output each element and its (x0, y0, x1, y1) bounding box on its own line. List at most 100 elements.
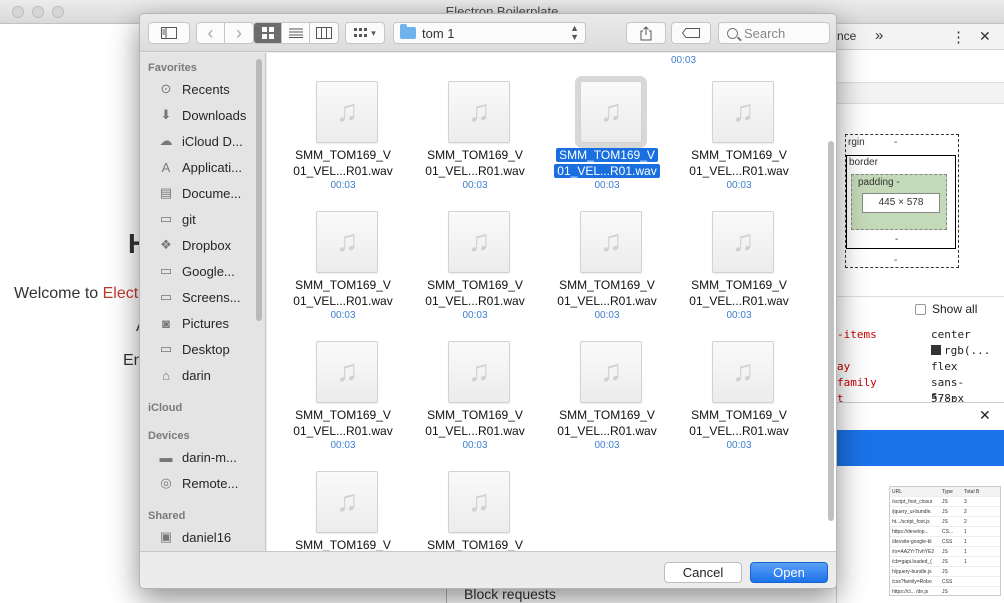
css-prop-value: center (931, 328, 971, 341)
location-popup[interactable]: tom 1 ▲ ▼ (393, 22, 586, 44)
music-note-icon: ♫ (599, 95, 623, 128)
sidebar-item[interactable]: ▭ Google... (158, 261, 262, 281)
file-item[interactable]: ♫ SMM_TOM169_V (279, 461, 407, 551)
devtools-menu-icon[interactable]: ⋮ (951, 28, 966, 46)
arrange-button[interactable]: ▾ (345, 22, 385, 44)
box-padding-label: padding - (858, 177, 900, 188)
network-row[interactable]: ht.../script_foot.js JS 2 (890, 517, 1000, 527)
sidebar-item[interactable]: ▣ daniel16 (158, 527, 262, 547)
sidebar-item[interactable]: ❖ Dropbox (158, 235, 262, 255)
music-note-icon: ♫ (599, 225, 623, 258)
sidebar-item[interactable]: ☁ iCloud D... (158, 131, 262, 151)
css-prop-2: ay flex (837, 360, 958, 373)
file-item[interactable]: ♫ SMM_TOM169_V 01_VEL...R01.wav 00:03 (675, 331, 803, 459)
file-name: SMM_TOM169_V 01_VEL...R01.wav (279, 147, 407, 179)
col-url: URL (892, 489, 903, 495)
share-button[interactable] (626, 22, 666, 44)
sidebar-item[interactable]: ▭ Desktop (158, 339, 262, 359)
sidebar-item[interactable]: ⊙ Recents (158, 79, 262, 99)
file-name-line2: 01_VEL...R01.wav (554, 164, 660, 178)
color-swatch[interactable] (931, 345, 941, 355)
sidebar-item[interactable]: A Applicati... (158, 157, 262, 177)
file-name: SMM_TOM169_V 01_VEL...R01.wav (543, 407, 671, 439)
search-input[interactable]: Search (718, 22, 830, 44)
network-row[interactable]: /jquery_ui-bundle. JS 2 (890, 507, 1000, 517)
sidebar-item-label: darin (182, 367, 211, 383)
box-border: border padding - 445 × 578 - (846, 155, 956, 249)
file-name: SMM_TOM169_V 01_VEL...R01.wav (675, 277, 803, 309)
network-row[interactable]: /cb=gapi.loaded_(JS 1 (890, 557, 1000, 567)
sidebar-item-label: Recents (182, 81, 230, 97)
file-item[interactable]: ♫ SMM_TOM169_V 01_VEL...R01.wav 00:03 (543, 71, 671, 199)
network-row[interactable]: /script_foot_closur JS 3 (890, 497, 1000, 507)
sidebar-item[interactable]: ⌂ darin (158, 365, 262, 385)
file-item[interactable]: ♫ SMM_TOM169_V 01_VEL...R01.wav 00:03 (543, 201, 671, 329)
devtools-toolbar: nce » ⋮ ✕ (837, 24, 1004, 50)
file-name-line1: SMM_TOM169_V (295, 408, 391, 422)
grid-scrollbar[interactable] (828, 141, 834, 521)
file-name: SMM_TOM169_V (279, 537, 407, 551)
chevron-right-icon: › (236, 22, 242, 43)
audio-file-icon: ♫ (316, 211, 378, 273)
network-size: 2 (964, 509, 967, 515)
file-item[interactable]: ♫ SMM_TOM169_V 01_VEL...R01.wav 00:03 (279, 331, 407, 459)
sidebar-item-label: Applicati... (182, 159, 242, 175)
drawer-close-icon[interactable]: ✕ (979, 407, 991, 424)
camera-icon: ◙ (162, 315, 170, 331)
back-button[interactable]: ‹ (197, 23, 225, 43)
network-row[interactable]: https://develop... CS... 1 (890, 527, 1000, 537)
more-tabs-icon[interactable]: » (875, 27, 883, 44)
sidebar-scrollbar[interactable] (256, 59, 262, 321)
drawer-header: ✕ (837, 402, 1004, 430)
network-size: 3 (964, 499, 967, 505)
file-item[interactable]: ♫ SMM_TOM169_V 01_VEL...R01.wav 00:03 (279, 201, 407, 329)
show-all-toggle[interactable]: Show all (915, 302, 977, 316)
file-name-line2: 01_VEL...R01.wav (293, 424, 393, 438)
sidebar-item[interactable]: ◙ Pictures (158, 313, 262, 333)
devtools-close-icon[interactable]: ✕ (979, 28, 991, 45)
sidebar-item[interactable]: ▭ Screens... (158, 287, 262, 307)
network-row[interactable]: https://cl... /dn.js JS (890, 587, 1000, 595)
network-row[interactable]: /rs=AA2YrTIvhYE2 JS 1 (890, 547, 1000, 557)
file-name-line1: SMM_TOM169_V (295, 538, 391, 551)
open-button[interactable]: Open (750, 562, 828, 583)
sidebar-item[interactable]: ⬇ Downloads (158, 105, 262, 125)
current-folder-name: tom 1 (422, 25, 455, 41)
network-url: /rs=AA2YrTIvhYE2 (892, 549, 935, 555)
network-row[interactable]: /css?family=Robo CSS (890, 577, 1000, 587)
file-item[interactable]: ♫ SMM_TOM169_V (411, 461, 539, 551)
partial-duration: 00:03 (671, 55, 697, 66)
file-item[interactable]: ♫ SMM_TOM169_V 01_VEL...R01.wav 00:03 (675, 201, 803, 329)
cancel-button[interactable]: Cancel (664, 562, 742, 583)
show-all-checkbox[interactable] (915, 303, 926, 315)
monitor-icon: ▣ (159, 529, 173, 544)
music-note-icon: ♫ (335, 485, 359, 518)
file-name: SMM_TOM169_V 01_VEL...R01.wav (543, 277, 671, 309)
view-mode-buttons (253, 22, 339, 44)
sidebar-item[interactable]: ▬ darin-m... (158, 447, 262, 467)
sidebar-item[interactable]: ▭ git (158, 209, 262, 229)
dropbox-icon: ❖ (160, 237, 172, 252)
column-view-button[interactable] (310, 23, 338, 43)
file-duration: 00:03 (330, 180, 356, 191)
tag-icon (682, 28, 700, 38)
sidebar-item[interactable]: ◎ Remote... (158, 473, 262, 493)
devtools-tab-partial[interactable]: nce (837, 29, 856, 43)
file-item[interactable]: ♫ SMM_TOM169_V 01_VEL...R01.wav 00:03 (543, 331, 671, 459)
sidebar-toggle-button[interactable] (148, 22, 190, 44)
file-item[interactable]: ♫ SMM_TOM169_V 01_VEL...R01.wav 00:03 (411, 71, 539, 199)
tags-button[interactable] (671, 22, 711, 44)
network-row[interactable]: /devsite-google-bl CSS 1 (890, 537, 1000, 547)
file-name-line1: SMM_TOM169_V (559, 278, 655, 292)
network-type: JS (942, 549, 948, 555)
icon-view-button[interactable] (254, 23, 282, 43)
network-row[interactable]: h/jquery-bundle.js JS (890, 567, 1000, 577)
file-item[interactable]: ♫ SMM_TOM169_V 01_VEL...R01.wav 00:03 (279, 71, 407, 199)
file-item[interactable]: ♫ SMM_TOM169_V 01_VEL...R01.wav 00:03 (411, 201, 539, 329)
sidebar-item[interactable]: ▤ Docume... (158, 183, 262, 203)
file-item[interactable]: ♫ SMM_TOM169_V 01_VEL...R01.wav 00:03 (411, 331, 539, 459)
file-item[interactable]: ♫ SMM_TOM169_V 01_VEL...R01.wav 00:03 (675, 71, 803, 199)
forward-button[interactable]: › (225, 23, 253, 43)
drawer-highlight (837, 430, 1004, 466)
list-view-button[interactable] (282, 23, 310, 43)
